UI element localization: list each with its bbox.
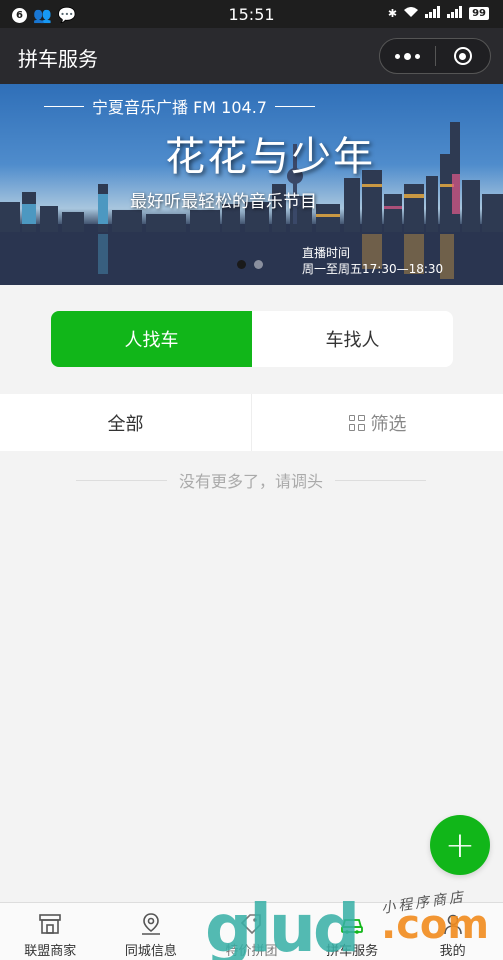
signal-icon-2 [447,6,463,21]
plus-icon: + [444,824,476,866]
bottom-tab-bar: 联盟商家 同城信息 特价拼团 拼车服务 我的 [0,902,503,960]
live-time-label: 直播时间 [302,246,351,260]
banner-subtitle: 最好听最轻松的音乐节目 [130,192,317,212]
promo-banner[interactable]: 宁夏音乐广播 FM 104.7 花花与少年 最好听最轻松的音乐节目 直播时间 周… [0,84,503,285]
tab-label: 拼车服务 [326,944,379,959]
list-end-text: 没有更多了，请调头 [179,472,324,491]
tab-local-info[interactable]: 同城信息 [101,903,202,960]
tab-mine[interactable]: 我的 [402,903,503,960]
all-filter-button[interactable]: 全部 [0,394,251,451]
tab-group-deals[interactable]: 特价拼团 [201,903,302,960]
store-icon [39,914,62,934]
close-mini-program-button[interactable] [436,39,491,73]
signal-icon [425,6,441,21]
tab-label: 特价拼团 [225,944,278,959]
grid-filter-icon [348,414,365,431]
tab-alliance-merchants[interactable]: 联盟商家 [0,903,101,960]
radio-station-label: 宁夏音乐广播 FM 104.7 [44,94,315,118]
battery-indicator: 99 [469,7,489,20]
banner-title: 花花与少年 [165,134,375,180]
pager-dot-active[interactable] [237,260,246,269]
list-end-indicator: 没有更多了，请调头 [76,468,427,492]
live-time-value: 周一至周五17:30—18:30 [302,262,444,276]
nav-bar: 拼车服务 [0,28,503,84]
banner-pager [237,260,263,269]
wifi-icon [403,6,419,21]
pager-dot[interactable] [254,260,263,269]
tab-label: 我的 [439,944,466,959]
more-menu-button[interactable] [380,39,435,73]
status-right: ✱ 99 [388,6,489,21]
tab-label: 同城信息 [124,944,177,959]
tab-carpool-service[interactable]: 拼车服务 [302,903,403,960]
add-post-button[interactable]: + [430,815,490,875]
tab-label: 联盟商家 [24,944,77,959]
car-icon [341,919,363,934]
page-title: 拼车服务 [18,47,98,71]
tab-people-find-car[interactable]: 人找车 [51,311,252,367]
radio-station-text: 宁夏音乐广播 FM 104.7 [92,98,267,117]
status-bar: 6 👥 💬 15:51 ✱ 99 [0,0,503,28]
more-dots-icon [394,52,420,60]
filter-button[interactable]: 筛选 [251,394,503,451]
filter-bar: 全部 筛选 [0,394,503,451]
tab-car-find-people[interactable]: 车找人 [252,311,453,367]
all-filter-label: 全部 [107,413,144,435]
target-close-icon [453,47,472,65]
location-pin-icon [141,913,160,935]
bluetooth-icon: ✱ [387,7,398,20]
tag-icon [241,914,262,935]
mini-program-capsule [379,38,491,74]
user-icon [443,914,462,935]
search-mode-toggle: 人找车 车找人 [51,311,453,367]
filter-label: 筛选 [370,413,407,435]
